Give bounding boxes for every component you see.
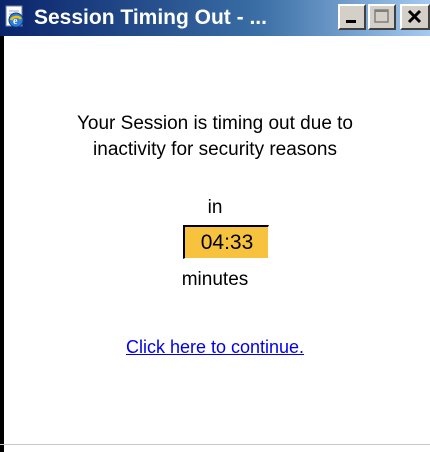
window-title: Session Timing Out - ... [34, 6, 267, 29]
countdown-display: 04:33 [183, 225, 269, 259]
window-bottom-border [0, 444, 430, 445]
in-label: in [207, 197, 223, 218]
ie-window-icon[interactable]: e [3, 4, 27, 30]
timeout-message-line-2: inactivity for security reasons [93, 139, 337, 160]
continue-session-link[interactable]: Click here to continue. [126, 337, 304, 357]
maximize-button[interactable] [368, 4, 396, 30]
close-button[interactable] [400, 4, 430, 30]
maximize-icon [374, 9, 389, 23]
svg-text:e: e [13, 16, 18, 27]
timeout-message-line-1: Your Session is timing out due to [76, 113, 354, 134]
close-icon [407, 9, 422, 24]
session-timeout-window: e Session Timing Out - ... Your Session … [0, 0, 430, 452]
title-bar[interactable]: e Session Timing Out - ... [0, 0, 430, 36]
minimize-button[interactable] [338, 4, 366, 30]
minutes-label: minutes [181, 269, 249, 290]
continue-link-container: Click here to continue. [0, 334, 430, 360]
countdown-value: 04:33 [200, 231, 254, 254]
timeout-message: Your Session is timing out due to inacti… [0, 111, 430, 163]
minimize-icon [346, 20, 356, 23]
